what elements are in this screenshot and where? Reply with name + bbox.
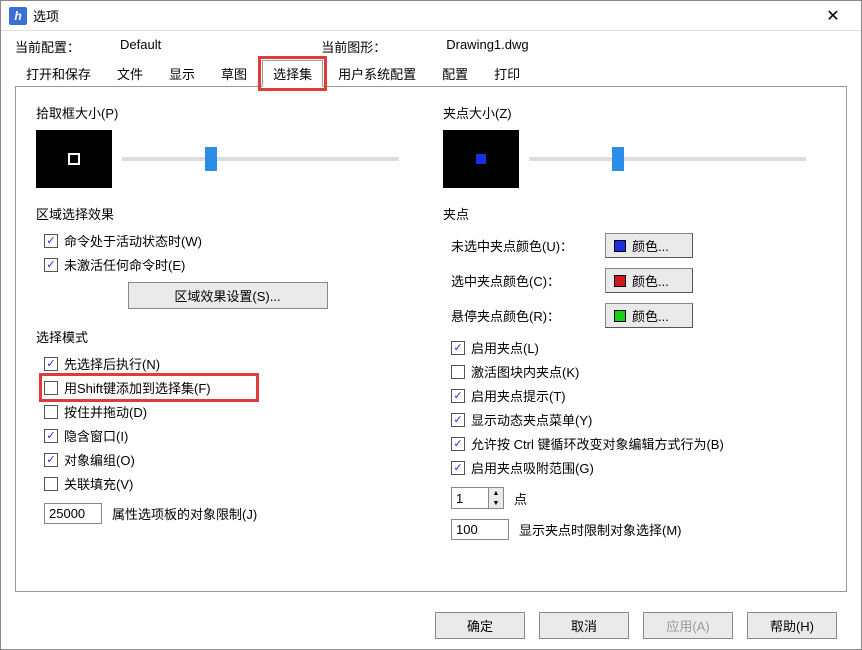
slider-thumb[interactable] bbox=[612, 147, 624, 171]
grip-square-icon bbox=[476, 154, 486, 164]
checkbox-icon: ✓ bbox=[44, 429, 58, 443]
selected-grip-color-label: 选中夹点颜色(C)： bbox=[451, 271, 605, 290]
tab-content: 拾取框大小(P) 区域选择效果 ✓ 命令处于活动状态时(W) ✓ 未激活任何命令… bbox=[15, 86, 847, 592]
area-settings-button[interactable]: 区域效果设置(S)... bbox=[128, 282, 328, 309]
options-dialog: h 选项 ✕ 当前配置： Default 当前图形： Drawing1.dwg … bbox=[0, 0, 862, 650]
checkbox-icon: ✓ bbox=[44, 453, 58, 467]
chk-dynamic-grip-menu[interactable]: ✓ 显示动态夹点菜单(Y) bbox=[451, 410, 826, 429]
chk-block-grips[interactable]: 激活图块内夹点(K) bbox=[451, 362, 826, 381]
close-icon[interactable]: ✕ bbox=[813, 6, 853, 26]
chk-implied-window[interactable]: ✓ 隐含窗口(I) bbox=[44, 426, 419, 445]
apply-button[interactable]: 应用(A) bbox=[643, 612, 733, 639]
chk-no-command[interactable]: ✓ 未激活任何命令时(E) bbox=[44, 255, 419, 274]
unselected-grip-color-button[interactable]: 颜色... bbox=[605, 233, 693, 258]
current-config-label: 当前配置： bbox=[15, 37, 80, 56]
window-title: 选项 bbox=[33, 6, 813, 25]
current-drawing-label: 当前图形： bbox=[321, 37, 386, 56]
chk-assoc-hatch[interactable]: 关联填充(V) bbox=[44, 474, 419, 493]
current-config-value: Default bbox=[120, 37, 161, 56]
config-row: 当前配置： Default 当前图形： Drawing1.dwg bbox=[1, 31, 861, 60]
property-limit-label: 属性选项板的对象限制(J) bbox=[112, 504, 257, 523]
chk-command-active[interactable]: ✓ 命令处于活动状态时(W) bbox=[44, 231, 419, 250]
spinner-down-icon[interactable]: ▼ bbox=[489, 498, 503, 508]
grip-preview-row bbox=[443, 130, 826, 188]
unselected-grip-color-row: 未选中夹点颜色(U)： 颜色... bbox=[451, 233, 826, 258]
grip-limit-row: 显示夹点时限制对象选择(M) bbox=[451, 519, 826, 540]
selection-mode-title: 选择模式 bbox=[36, 327, 419, 346]
grip-slider[interactable] bbox=[529, 157, 806, 161]
grip-point-row: ▲ ▼ 点 bbox=[451, 487, 826, 509]
checkbox-icon bbox=[451, 365, 465, 379]
tabs: 打开和保存 文件 显示 草图 选择集 用户系统配置 配置 打印 bbox=[1, 60, 861, 87]
tab-print[interactable]: 打印 bbox=[483, 60, 531, 87]
grip-size-label: 夹点大小(Z) bbox=[443, 103, 826, 122]
current-drawing-value: Drawing1.dwg bbox=[446, 37, 528, 56]
left-column: 拾取框大小(P) 区域选择效果 ✓ 命令处于活动状态时(W) ✓ 未激活任何命令… bbox=[36, 103, 419, 575]
tab-sketch[interactable]: 草图 bbox=[210, 60, 258, 87]
cancel-button[interactable]: 取消 bbox=[539, 612, 629, 639]
grip-preview bbox=[443, 130, 519, 188]
grip-limit-label: 显示夹点时限制对象选择(M) bbox=[519, 520, 682, 539]
hover-grip-color-button[interactable]: 颜色... bbox=[605, 303, 693, 328]
tab-selection[interactable]: 选择集 bbox=[262, 60, 323, 87]
grip-section-title: 夹点 bbox=[443, 204, 826, 223]
right-column: 夹点大小(Z) 夹点 未选中夹点颜色(U)： 颜色... 选中夹点颜色(C)： bbox=[443, 103, 826, 575]
checkbox-icon: ✓ bbox=[44, 258, 58, 272]
checkbox-icon: ✓ bbox=[451, 461, 465, 475]
pickbox-size-label: 拾取框大小(P) bbox=[36, 103, 419, 122]
app-icon: h bbox=[9, 7, 27, 25]
tab-open-save[interactable]: 打开和保存 bbox=[15, 60, 102, 87]
color-swatch bbox=[614, 275, 626, 287]
slider-thumb[interactable] bbox=[205, 147, 217, 171]
checkbox-icon: ✓ bbox=[451, 389, 465, 403]
checkbox-icon: ✓ bbox=[44, 234, 58, 248]
chk-press-drag[interactable]: 按住并拖动(D) bbox=[44, 402, 419, 421]
grip-point-spinner: ▲ ▼ bbox=[451, 487, 504, 509]
grip-point-input[interactable] bbox=[451, 487, 489, 509]
tab-display[interactable]: 显示 bbox=[158, 60, 206, 87]
checkbox-icon bbox=[44, 405, 58, 419]
footer: 确定 取消 应用(A) 帮助(H) bbox=[1, 602, 861, 649]
unselected-grip-color-label: 未选中夹点颜色(U)： bbox=[451, 236, 605, 255]
chk-grip-tips[interactable]: ✓ 启用夹点提示(T) bbox=[451, 386, 826, 405]
hover-grip-color-label: 悬停夹点颜色(R)： bbox=[451, 306, 605, 325]
checkbox-icon: ✓ bbox=[451, 437, 465, 451]
grip-point-label: 点 bbox=[514, 489, 527, 508]
checkbox-icon: ✓ bbox=[451, 341, 465, 355]
ok-button[interactable]: 确定 bbox=[435, 612, 525, 639]
chk-object-group[interactable]: ✓ 对象编组(O) bbox=[44, 450, 419, 469]
color-swatch bbox=[614, 310, 626, 322]
property-limit-row: 属性选项板的对象限制(J) bbox=[44, 503, 419, 524]
tab-profile[interactable]: 配置 bbox=[431, 60, 479, 87]
chk-select-first[interactable]: ✓ 先选择后执行(N) bbox=[44, 354, 419, 373]
checkbox-icon bbox=[44, 381, 58, 395]
selected-grip-color-row: 选中夹点颜色(C)： 颜色... bbox=[451, 268, 826, 293]
color-swatch bbox=[614, 240, 626, 252]
property-limit-input[interactable] bbox=[44, 503, 102, 524]
checkbox-icon: ✓ bbox=[451, 413, 465, 427]
chk-grip-snap[interactable]: ✓ 启用夹点吸附范围(G) bbox=[451, 458, 826, 477]
chk-enable-grips[interactable]: ✓ 启用夹点(L) bbox=[451, 338, 826, 357]
pickbox-slider[interactable] bbox=[122, 157, 399, 161]
pickbox-square-icon bbox=[68, 153, 80, 165]
titlebar: h 选项 ✕ bbox=[1, 1, 861, 31]
pickbox-preview-row bbox=[36, 130, 419, 188]
tab-user-sys[interactable]: 用户系统配置 bbox=[327, 60, 427, 87]
checkbox-icon: ✓ bbox=[44, 357, 58, 371]
tab-file[interactable]: 文件 bbox=[106, 60, 154, 87]
hover-grip-color-row: 悬停夹点颜色(R)： 颜色... bbox=[451, 303, 826, 328]
grip-limit-input[interactable] bbox=[451, 519, 509, 540]
spinner-up-icon[interactable]: ▲ bbox=[489, 488, 503, 498]
spinner-buttons: ▲ ▼ bbox=[489, 487, 504, 509]
chk-shift-add[interactable]: 用Shift键添加到选择集(F) bbox=[44, 378, 254, 397]
help-button[interactable]: 帮助(H) bbox=[747, 612, 837, 639]
area-selection-title: 区域选择效果 bbox=[36, 204, 419, 223]
checkbox-icon bbox=[44, 477, 58, 491]
chk-ctrl-cycle[interactable]: ✓ 允许按 Ctrl 键循环改变对象编辑方式行为(B) bbox=[451, 434, 826, 453]
pickbox-preview bbox=[36, 130, 112, 188]
selected-grip-color-button[interactable]: 颜色... bbox=[605, 268, 693, 293]
